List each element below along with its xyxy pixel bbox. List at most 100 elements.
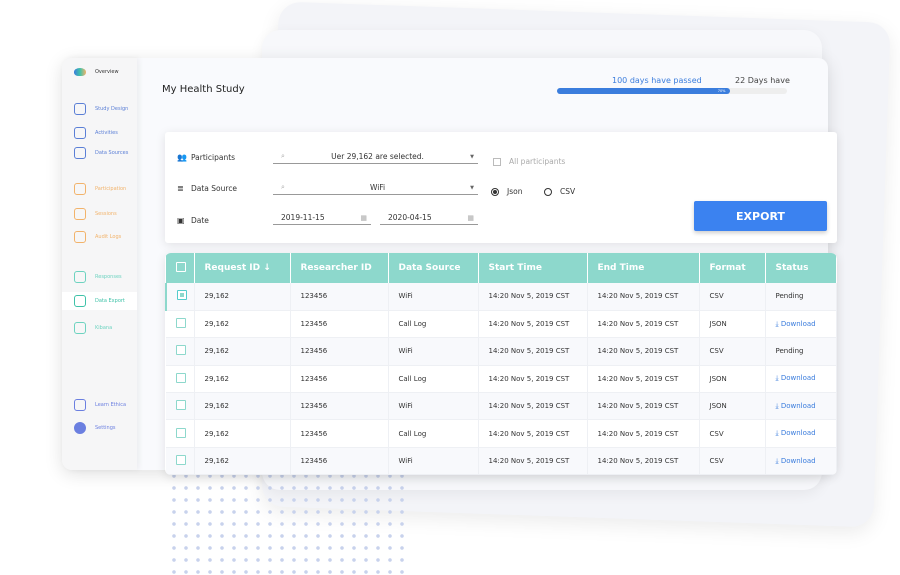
dot-pattern [168,470,408,575]
column-header: Format [699,253,766,283]
document-icon [74,127,86,139]
table-cell: Call Log [388,310,479,339]
calendar-icon: ▦ [360,213,367,222]
data-source-text: Data Source [191,184,238,193]
chevron-down-icon: ▼ [470,153,474,160]
sidebar-item-label: Sessions [95,211,117,217]
table-cell: JSON [699,310,766,339]
sidebar-item-data-sources[interactable]: Data Sources [62,144,137,162]
download-link[interactable]: ⤓ Download [765,419,837,448]
sidebar-item-label: Overview [95,69,119,75]
table-cell: 14:20 Nov 5, 2019 CST [478,365,588,394]
chart-icon [74,322,86,334]
table-cell: CSV [699,283,766,311]
all-participants-text: All participants [509,157,566,166]
table-cell: 14:20 Nov 5, 2019 CST [587,392,700,421]
download-link[interactable]: ⤓ Download [765,447,837,475]
table-cell: 123456 [290,365,389,394]
row-checkbox[interactable] [166,392,195,421]
users-icon: 👥 [177,153,187,162]
all-participants-checkbox[interactable]: All participants [493,157,565,166]
table-cell: 14:20 Nov 5, 2019 CST [478,392,588,421]
settings-icon [74,422,86,434]
table-row[interactable]: 29,162 123456 WiFi 14:20 Nov 5, 2019 CST 14:… [166,392,837,421]
row-checkbox[interactable] [166,419,195,448]
sidebar-item-settings[interactable]: Settings [62,419,137,437]
data-source-value: WiFi [369,183,386,192]
download-link[interactable]: ⤓ Download [765,365,837,394]
data-source-select[interactable]: ⌕ WiFi ▼ [273,181,478,195]
checkbox-icon [176,427,186,438]
sidebar-item-label: Kibana [95,325,113,331]
table-cell: 14:20 Nov 5, 2019 CST [478,337,588,366]
table-cell: 29,162 [194,392,291,421]
table-cell: CSV [699,419,766,448]
table-cell: 14:20 Nov 5, 2019 CST [587,365,700,394]
sidebar-item-kibana[interactable]: Kibana [62,319,137,337]
sidebar-item-overview[interactable]: Overview [62,63,137,81]
chevron-down-icon: ▼ [470,184,474,191]
checkbox-icon [177,290,187,301]
brain-icon [74,68,86,76]
checkbox-icon [176,261,186,272]
table-cell: WiFi [388,447,479,475]
progress-fill: 70% [557,88,730,94]
table-row[interactable]: 29,162 123456 Call Log 14:20 Nov 5, 2019 CS… [166,365,837,394]
radio-icon [491,187,499,196]
sidebar-item-sessions[interactable]: Sessions [62,205,137,223]
table-row[interactable]: 29,162 123456 WiFi 14:20 Nov 5, 2019 CST 14:… [165,283,837,311]
sidebar-item-participation[interactable]: Participation [62,180,137,198]
participants-value: Uer 29,162 are selected. [331,152,424,161]
table-cell: 29,162 [194,283,291,311]
column-header: Researcher ID [290,253,389,283]
select-all-checkbox[interactable] [166,253,195,283]
table-cell: Call Log [388,365,479,394]
table-row[interactable]: 29,162 123456 Call Log 14:20 Nov 5, 2019 CS… [166,310,837,339]
table-cell: 123456 [290,447,389,475]
database-icon [74,147,86,159]
row-checkbox[interactable] [165,283,195,311]
download-link[interactable]: ⤓ Download [765,310,837,339]
sidebar-item-label: Participation [95,186,127,192]
table-cell: 123456 [290,310,389,339]
row-checkbox[interactable] [166,337,195,366]
sidebar-item-label: Responses [95,274,122,280]
days-passed-label: 100 days have passed [612,76,702,85]
sidebar-item-label: Audit Logs [95,234,122,240]
table-row[interactable]: 29,162 123456 Call Log 14:20 Nov 5, 2019 CS… [166,419,837,448]
calendar-icon: ▣ [177,216,185,225]
sidebar-item-data-export[interactable]: Data Export [62,292,137,310]
sidebar-item-activities[interactable]: Activities [62,124,137,142]
table-cell: 14:20 Nov 5, 2019 CST [478,310,588,339]
table-cell: 14:20 Nov 5, 2019 CST [478,283,588,311]
column-header: Data Source [388,253,479,283]
table-row[interactable]: 29,162 123456 WiFi 14:20 Nov 5, 2019 CST 14:… [166,447,837,475]
participants-select[interactable]: ⌕ Uer 29,162 are selected. ▼ [273,150,478,164]
date-from-input[interactable]: 2019-11-15 ▦ [273,211,371,225]
sidebar-item-audit-logs[interactable]: Audit Logs [62,228,137,246]
download-link[interactable]: ⤓ Download [765,392,837,421]
row-checkbox[interactable] [166,447,195,475]
checkbox-icon [493,157,501,166]
sidebar-item-learn-ethica[interactable]: Learn Ethica [62,396,137,414]
page-title: My Health Study [162,84,245,95]
sidebar-item-study-design[interactable]: Study Design [62,100,137,118]
checkbox-icon [176,345,186,356]
export-button[interactable]: EXPORT [694,201,827,231]
csv-radio[interactable]: CSV [544,187,575,196]
json-radio[interactable]: Json [491,187,522,196]
table-cell: WiFi [388,392,479,421]
row-checkbox[interactable] [166,365,195,394]
sidebar-item-responses[interactable]: Responses [62,268,137,286]
table-row[interactable]: 29,162 123456 WiFi 14:20 Nov 5, 2019 CST 14:… [166,337,837,366]
checkbox-icon [176,400,186,411]
column-header[interactable]: Request ID ↓ [194,253,291,283]
row-checkbox[interactable] [166,310,195,339]
table-cell: 14:20 Nov 5, 2019 CST [587,447,700,475]
table-cell: 123456 [290,419,389,448]
table-cell: Pending [765,337,837,366]
table-cell: JSON [699,392,766,421]
table-cell: 123456 [290,392,389,421]
date-to-input[interactable]: 2020-04-15 ▦ [380,211,478,225]
gauge-icon [74,103,86,115]
